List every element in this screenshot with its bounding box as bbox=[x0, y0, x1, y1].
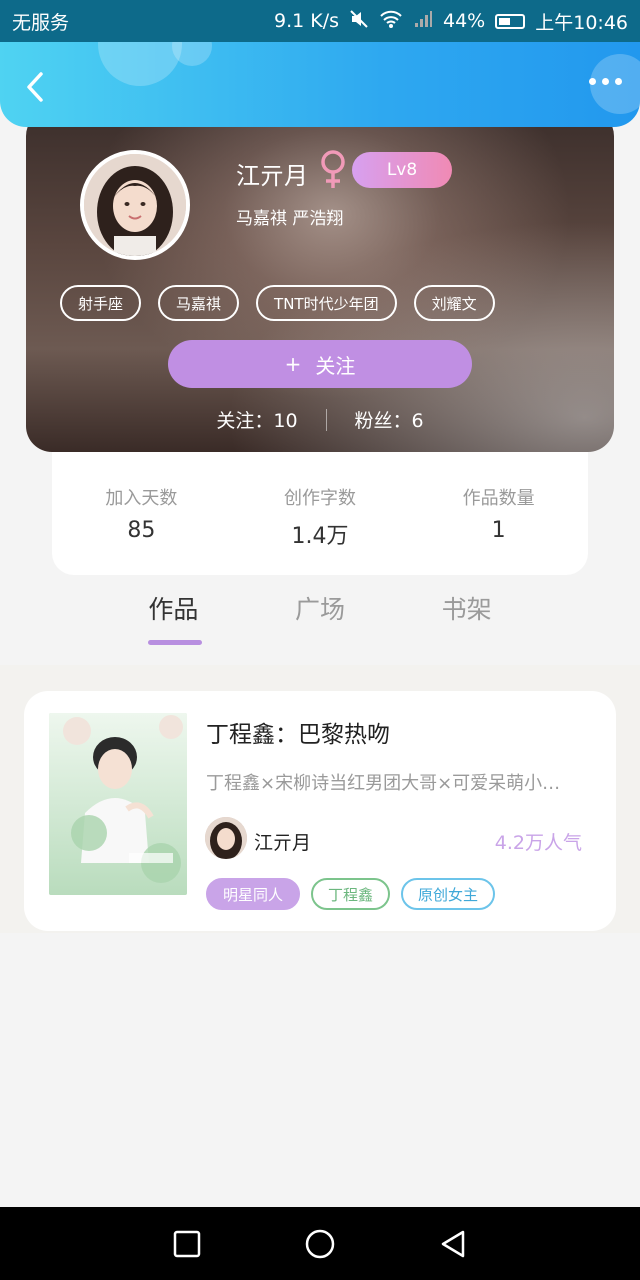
tab-label: 广场 bbox=[295, 595, 346, 624]
tab-label: 书架 bbox=[441, 595, 492, 624]
work-description: 丁程鑫×宋柳诗当红男团大哥×可爱呆萌小… bbox=[206, 773, 561, 794]
follow-button[interactable]: + 关注 bbox=[168, 340, 472, 388]
network-speed: 9.1 K/s bbox=[273, 10, 339, 32]
stat-label: 加入天数 bbox=[105, 488, 178, 509]
content-tabs: 作品 广场 书架 bbox=[100, 590, 540, 655]
profile-tags: 射手座 马嘉祺 TNT时代少年团 刘耀文 bbox=[60, 285, 495, 321]
more-options-button[interactable] bbox=[589, 78, 622, 85]
work-tag-star-fanfic[interactable]: 明星同人 bbox=[206, 878, 301, 910]
author-avatar[interactable] bbox=[205, 817, 247, 859]
stat-label: 作品数量 bbox=[462, 488, 535, 509]
home-button[interactable] bbox=[300, 1224, 340, 1264]
author-avatar-image bbox=[205, 817, 247, 859]
favorite-stars: 马嘉祺 严浩翔 bbox=[236, 209, 344, 229]
popularity-count: 4.2万人气 bbox=[494, 832, 582, 854]
stat-value: 85 bbox=[127, 518, 156, 543]
tab-square[interactable]: 广场 bbox=[247, 590, 394, 655]
decor-bubble bbox=[172, 42, 212, 66]
circle-icon bbox=[305, 1229, 335, 1258]
chevron-left-icon bbox=[27, 72, 43, 102]
profile-tag[interactable]: TNT时代少年团 bbox=[256, 285, 397, 321]
wifi-icon bbox=[379, 9, 403, 34]
user-avatar[interactable] bbox=[80, 150, 190, 260]
work-tag-character[interactable]: 丁程鑫 bbox=[311, 878, 391, 910]
top-header bbox=[0, 42, 640, 127]
author-name[interactable]: 江亓月 bbox=[254, 828, 311, 855]
following-count[interactable]: 关注：10 bbox=[216, 406, 297, 433]
status-icons: 9.1 K/s 44% 上午10:46 bbox=[274, 8, 628, 35]
tab-underline bbox=[148, 640, 202, 645]
follow-stats: 关注：10 粉丝：6 bbox=[26, 406, 614, 433]
mute-icon bbox=[349, 9, 369, 34]
stat-label: 创作字数 bbox=[284, 488, 356, 509]
plus-icon: + bbox=[284, 352, 302, 376]
dot-icon bbox=[615, 78, 622, 85]
username: 江亓月 bbox=[236, 162, 308, 190]
stat-join-days: 加入天数 85 bbox=[52, 484, 231, 575]
stats-card: 加入天数 85 创作字数 1.4万 作品数量 1 bbox=[52, 440, 588, 575]
cover-illustration bbox=[49, 713, 187, 895]
profile-card: 江亓月 Lv8 马嘉祺 严浩翔 射手座 马嘉祺 TNT时代少年团 刘耀文 + 关… bbox=[26, 110, 614, 452]
carrier-text: 无服务 bbox=[12, 11, 70, 34]
follow-button-label: 关注 bbox=[315, 353, 356, 378]
work-title[interactable]: 丁程鑫：巴黎热吻 bbox=[206, 715, 390, 749]
profile-tag[interactable]: 马嘉祺 bbox=[158, 285, 240, 321]
back-button[interactable] bbox=[20, 70, 50, 104]
work-card[interactable]: 丁程鑫：巴黎热吻 丁程鑫×宋柳诗当红男团大哥×可爱呆萌小… 江亓月 4.2万人气… bbox=[24, 691, 616, 931]
work-cover-image[interactable] bbox=[49, 713, 187, 895]
stat-value: 1 bbox=[491, 518, 506, 543]
battery-text: 44% bbox=[443, 10, 486, 32]
decor-bubble bbox=[98, 42, 182, 86]
divider bbox=[325, 408, 327, 431]
battery-icon bbox=[495, 13, 526, 29]
status-bar: 无服务 9.1 K/s 44% 上午10:46 bbox=[0, 0, 640, 42]
clock: 上午10:46 bbox=[535, 11, 628, 34]
work-tags: 明星同人 丁程鑫 原创女主 bbox=[206, 878, 496, 910]
profile-tag[interactable]: 射手座 bbox=[60, 285, 142, 321]
fans-count[interactable]: 粉丝：6 bbox=[355, 406, 424, 433]
dot-icon bbox=[589, 78, 596, 85]
back-nav-button[interactable] bbox=[433, 1224, 473, 1264]
stat-word-count: 创作字数 1.4万 bbox=[231, 484, 410, 575]
work-tag-original-heroine[interactable]: 原创女主 bbox=[401, 878, 496, 910]
square-icon bbox=[173, 1230, 200, 1257]
avatar-image bbox=[84, 154, 186, 256]
triangle-back-icon bbox=[442, 1230, 465, 1257]
signal-icon bbox=[413, 9, 433, 34]
tab-underline bbox=[295, 640, 349, 645]
recent-apps-button[interactable] bbox=[167, 1224, 207, 1264]
profile-tag[interactable]: 刘耀文 bbox=[413, 285, 495, 321]
dot-icon bbox=[602, 78, 609, 85]
female-gender-icon bbox=[321, 150, 345, 188]
tab-underline bbox=[441, 640, 495, 645]
tab-label: 作品 bbox=[148, 595, 199, 624]
stat-value: 1.4万 bbox=[291, 524, 349, 549]
tab-works[interactable]: 作品 bbox=[100, 590, 247, 655]
level-badge: Lv8 bbox=[352, 152, 452, 188]
stat-work-count: 作品数量 1 bbox=[409, 484, 588, 575]
tab-bookshelf[interactable]: 书架 bbox=[393, 590, 540, 655]
system-nav-bar bbox=[0, 1207, 640, 1280]
